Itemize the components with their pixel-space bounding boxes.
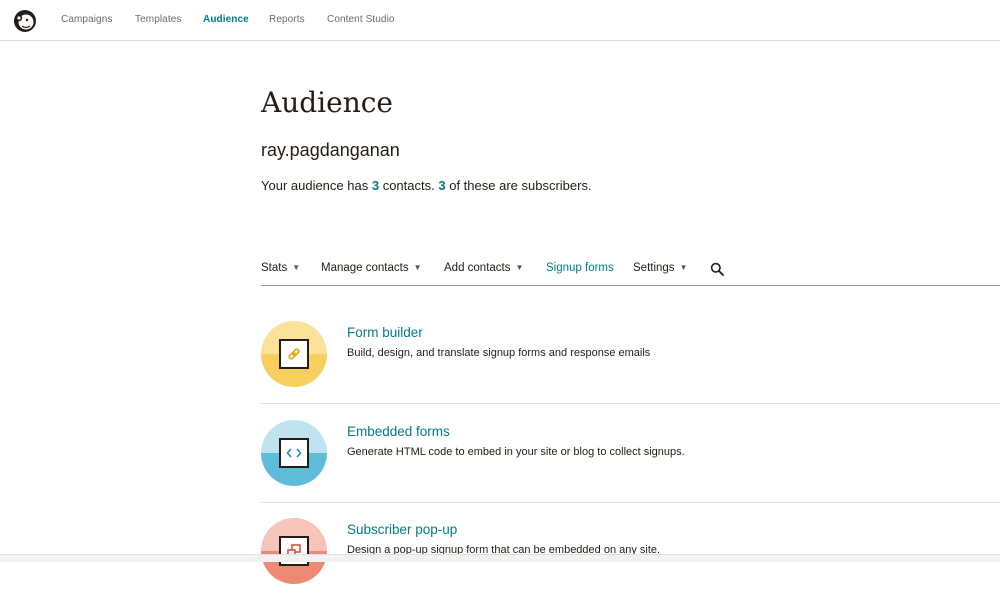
subscriber-popup-badge — [261, 518, 327, 584]
nav-reports[interactable]: Reports — [269, 14, 305, 25]
form-builder-badge — [261, 321, 327, 387]
audience-subnav: Stats ▼ Manage contacts ▼ Add contacts ▼ Si… — [261, 258, 1000, 286]
subnav-signup-forms[interactable]: Signup forms — [546, 262, 614, 274]
top-navigation: Campaigns Templates Audience Reports Con… — [0, 0, 1000, 41]
link-icon — [279, 339, 309, 369]
code-icon — [279, 438, 309, 468]
account-name: ray.pagdanganan — [261, 140, 400, 160]
audience-summary: Your audience has 3 contacts. 3 of these… — [261, 178, 592, 193]
contacts-count[interactable]: 3 — [372, 178, 379, 193]
nav-audience[interactable]: Audience — [203, 14, 249, 25]
subnav-settings-label: Settings — [633, 262, 675, 274]
subscribers-count[interactable]: 3 — [438, 178, 445, 193]
feature-form-builder[interactable]: Form builder Build, design, and translat… — [261, 305, 1000, 404]
form-builder-link[interactable]: Form builder — [347, 325, 423, 340]
embedded-forms-link[interactable]: Embedded forms — [347, 424, 450, 439]
subnav-add-contacts-label: Add contacts — [444, 262, 511, 274]
chevron-down-icon: ▼ — [515, 263, 524, 272]
embedded-forms-badge — [261, 420, 327, 486]
chevron-down-icon: ▼ — [413, 263, 422, 272]
subnav-settings[interactable]: Settings ▼ — [633, 262, 687, 274]
subnav-manage-contacts[interactable]: Manage contacts ▼ — [321, 262, 422, 274]
page-title: Audience — [261, 86, 393, 119]
status-bar — [0, 554, 1000, 562]
chevron-down-icon: ▼ — [679, 263, 688, 272]
feature-subscriber-popup[interactable]: Subscriber pop-up Design a pop-up signup… — [261, 502, 1000, 601]
subscriber-popup-link[interactable]: Subscriber pop-up — [347, 522, 457, 537]
subnav-manage-contacts-label: Manage contacts — [321, 262, 409, 274]
search-icon[interactable] — [710, 262, 724, 276]
nav-templates[interactable]: Templates — [135, 14, 181, 25]
chevron-down-icon: ▼ — [292, 263, 301, 272]
summary-suffix: of these are subscribers. — [449, 178, 592, 193]
summary-prefix: Your audience has — [261, 178, 369, 193]
summary-middle: contacts. — [382, 178, 435, 193]
feature-embedded-forms[interactable]: Embedded forms Generate HTML code to emb… — [261, 404, 1000, 503]
nav-campaigns[interactable]: Campaigns — [61, 14, 112, 25]
subnav-stats[interactable]: Stats ▼ — [261, 262, 300, 274]
subnav-stats-label: Stats — [261, 262, 288, 274]
embedded-forms-description: Generate HTML code to embed in your site… — [347, 446, 685, 458]
form-builder-description: Build, design, and translate signup form… — [347, 347, 651, 359]
subnav-add-contacts[interactable]: Add contacts ▼ — [444, 262, 523, 274]
nav-content-studio[interactable]: Content Studio — [327, 14, 395, 25]
mailchimp-logo-icon[interactable] — [12, 8, 38, 34]
